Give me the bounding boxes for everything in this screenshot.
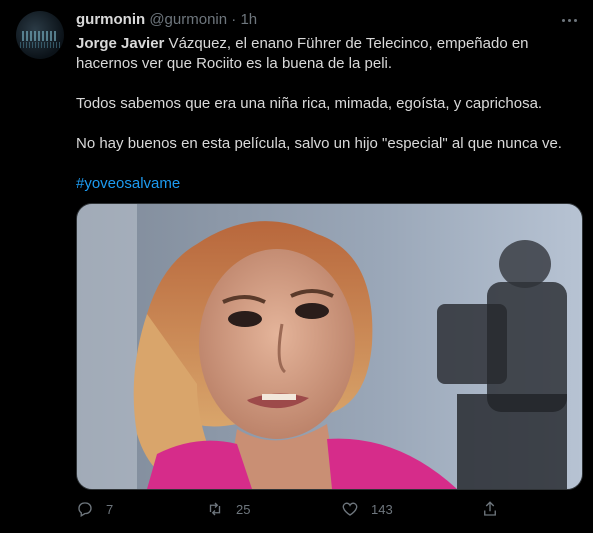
like-icon (342, 502, 358, 516)
share-icon (484, 501, 496, 516)
hashtag-link[interactable]: #yoveosalvame (76, 175, 180, 192)
tv-screenshot-image (77, 204, 582, 489)
paragraph-2: Todos sabemos que era una niña rica, mim… (76, 95, 543, 112)
paragraph-3: No hay buenos en esta película, salvo un… (76, 135, 562, 152)
author-name[interactable]: gurmonin (76, 11, 145, 28)
share-button[interactable] (481, 500, 499, 518)
tweet-time[interactable]: 1h (240, 11, 257, 28)
like-button[interactable]: 143 (341, 500, 393, 518)
action-bar: 7 25 143 (76, 500, 581, 522)
separator-dot: · (231, 11, 237, 28)
author-handle[interactable]: @gurmonin (149, 11, 227, 28)
avatar[interactable] (16, 11, 64, 59)
tweet-text: Jorge Javier Vázquez, el enano Führer de… (76, 34, 576, 194)
reply-icon (78, 502, 92, 517)
tweet-image[interactable] (76, 203, 583, 490)
paragraph-1: Jorge Javier Vázquez, el enano Führer de… (76, 34, 576, 74)
mention: Jorge Javier (76, 35, 165, 52)
reply-count: 7 (106, 501, 114, 517)
tweet-header: gurmonin @gurmonin · 1h (76, 11, 257, 29)
reply-button[interactable]: 7 (76, 500, 113, 518)
retweet-count: 25 (236, 501, 251, 517)
more-icon[interactable] (559, 10, 579, 30)
retweet-button[interactable]: 25 (206, 500, 250, 518)
like-count: 143 (371, 501, 393, 517)
retweet-icon (209, 502, 221, 516)
